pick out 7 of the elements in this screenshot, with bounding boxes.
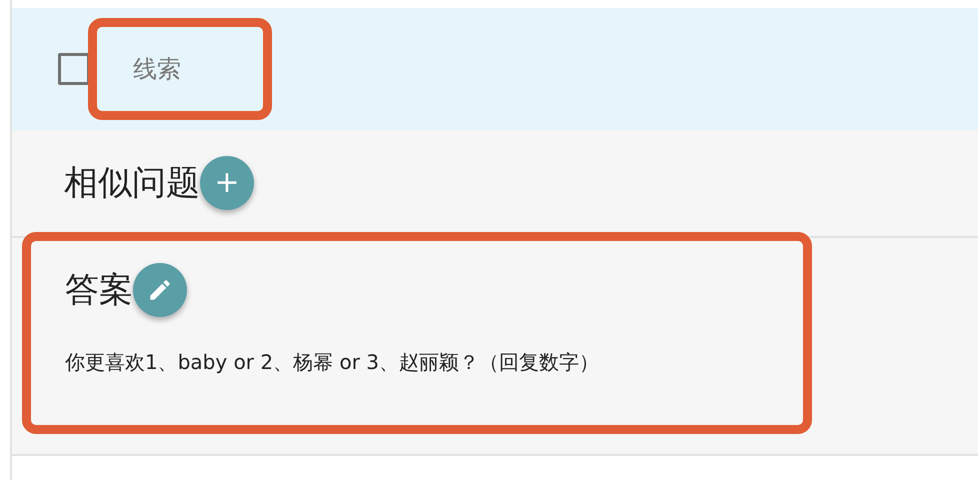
add-button[interactable]: + — [200, 156, 254, 210]
edit-button[interactable] — [133, 263, 187, 317]
checkbox[interactable] — [58, 53, 90, 85]
section-title: 答案 — [65, 268, 133, 312]
answer-text: 你更喜欢1、baby or 2、杨幂 or 3、赵丽颖？（回复数字） — [65, 349, 600, 376]
section-title: 相似问题 — [64, 162, 200, 204]
checkbox-label: 线索 — [133, 54, 181, 85]
